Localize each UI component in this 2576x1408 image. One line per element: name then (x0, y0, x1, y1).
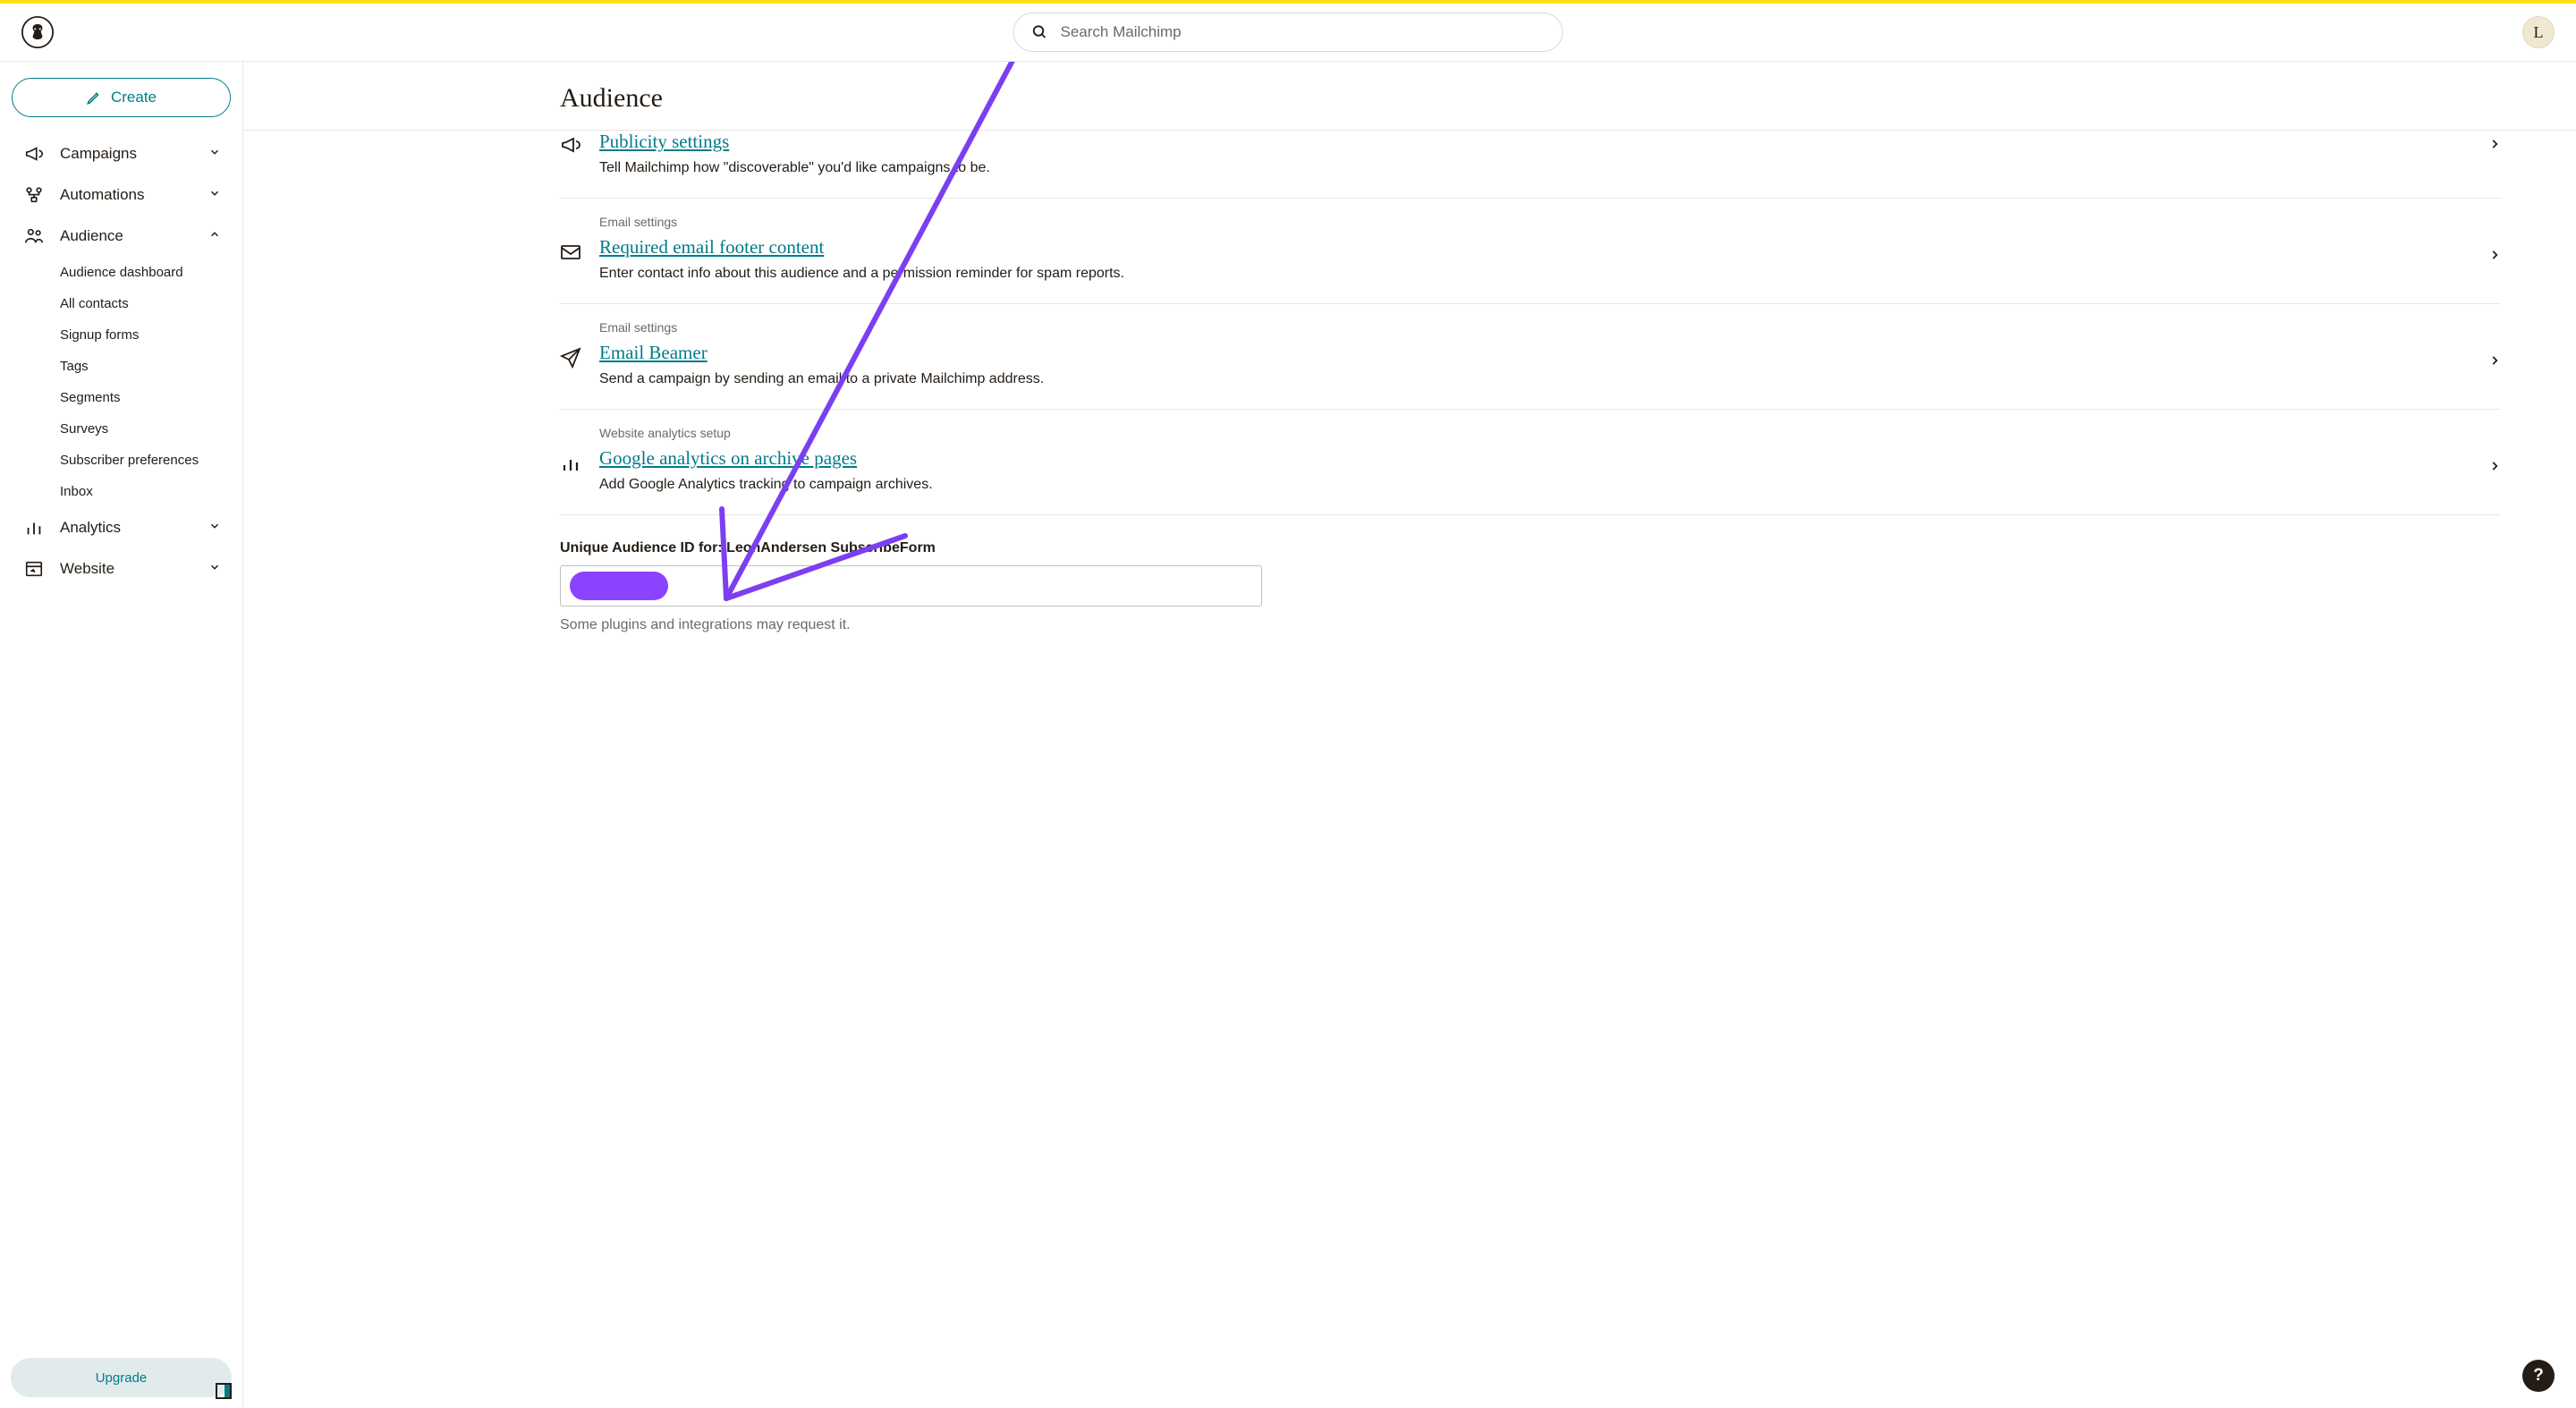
upgrade-button[interactable]: Upgrade (11, 1358, 232, 1397)
setting-desc: Tell Mailchimp how "discoverable" you'd … (599, 160, 2501, 176)
avatar[interactable]: L (2522, 16, 2555, 48)
megaphone-icon (560, 134, 581, 156)
subnav-audience-dashboard[interactable]: Audience dashboard (60, 257, 242, 288)
sidebar-item-campaigns[interactable]: Campaigns (0, 133, 242, 174)
sidebar-item-audience[interactable]: Audience (0, 216, 242, 257)
setting-desc: Send a campaign by sending an email to a… (599, 371, 2501, 387)
chevron-right-icon[interactable] (2488, 354, 2501, 371)
chevron-right-icon[interactable] (2488, 138, 2501, 155)
subnav-all-contacts[interactable]: All contacts (60, 288, 242, 319)
subnav-surveys[interactable]: Surveys (60, 413, 242, 445)
setting-category: Website analytics setup (599, 426, 2501, 440)
sidebar-item-label: Campaigns (60, 145, 137, 163)
chevron-down-icon (208, 145, 221, 163)
header: L (0, 4, 2576, 62)
sidebar-toggle-icon[interactable] (216, 1383, 232, 1399)
sidebar-item-website[interactable]: Website (0, 548, 242, 589)
setting-row-analytics: Website analytics setup Google analytics… (560, 410, 2501, 515)
flow-icon (24, 185, 44, 205)
search-icon (1032, 24, 1048, 40)
create-button[interactable]: Create (12, 78, 231, 117)
mailchimp-logo[interactable] (21, 16, 54, 48)
setting-category: Email settings (599, 215, 2501, 229)
megaphone-icon (24, 144, 44, 164)
chevron-down-icon (208, 519, 221, 537)
sidebar-item-label: Audience (60, 227, 123, 245)
page-title: Audience (243, 62, 2576, 130)
setting-row-footer: Email settings Required email footer con… (560, 199, 2501, 304)
subnav-tags[interactable]: Tags (60, 351, 242, 382)
chevron-right-icon[interactable] (2488, 249, 2501, 266)
setting-link-publicity[interactable]: Publicity settings (599, 131, 729, 153)
setting-row-publicity: Publicity settings Tell Mailchimp how "d… (560, 131, 2501, 199)
setting-link-beamer[interactable]: Email Beamer (599, 342, 708, 364)
pencil-icon (86, 89, 102, 106)
search-box[interactable] (1013, 13, 1563, 52)
setting-link-footer[interactable]: Required email footer content (599, 236, 824, 259)
audience-subnav: Audience dashboard All contacts Signup f… (0, 257, 242, 507)
create-button-label: Create (111, 89, 157, 106)
subnav-inbox[interactable]: Inbox (60, 476, 242, 507)
setting-category: Email settings (599, 320, 2501, 335)
sidebar-item-label: Website (60, 560, 114, 578)
sidebar-item-analytics[interactable]: Analytics (0, 507, 242, 548)
chevron-up-icon (208, 227, 221, 245)
paper-plane-icon (560, 347, 581, 369)
bar-chart-icon (560, 453, 581, 474)
setting-desc: Enter contact info about this audience a… (599, 266, 2501, 282)
chevron-down-icon (208, 560, 221, 578)
sidebar-item-label: Analytics (60, 519, 121, 537)
main-content: Audience Publicity settings Tell Mailchi… (243, 62, 2576, 1408)
bar-chart-icon (24, 518, 44, 538)
setting-link-analytics[interactable]: Google analytics on archive pages (599, 447, 857, 470)
people-icon (24, 226, 44, 246)
setting-desc: Add Google Analytics tracking to campaig… (599, 477, 2501, 493)
unique-id-label: Unique Audience ID for: LeonAndersen Sub… (560, 540, 2501, 556)
unique-id-input[interactable] (560, 565, 1262, 606)
envelope-icon (560, 242, 581, 263)
sidebar: Create Campaigns Automations Audience Au… (0, 62, 243, 1408)
subnav-signup-forms[interactable]: Signup forms (60, 319, 242, 351)
setting-row-beamer: Email settings Email Beamer Send a campa… (560, 304, 2501, 410)
subnav-subscriber-preferences[interactable]: Subscriber preferences (60, 445, 242, 476)
sidebar-bottom: Upgrade (0, 1347, 242, 1408)
sidebar-item-label: Automations (60, 186, 145, 204)
subnav-segments[interactable]: Segments (60, 382, 242, 413)
help-button[interactable]: ? (2522, 1360, 2555, 1392)
search-container (1013, 13, 1563, 52)
redacted-value (570, 572, 668, 600)
unique-id-section: Unique Audience ID for: LeonAndersen Sub… (560, 540, 2501, 633)
sidebar-item-automations[interactable]: Automations (0, 174, 242, 216)
browser-icon (24, 559, 44, 579)
chevron-right-icon[interactable] (2488, 460, 2501, 477)
unique-id-help: Some plugins and integrations may reques… (560, 617, 2501, 633)
chevron-down-icon (208, 186, 221, 204)
search-input[interactable] (1061, 23, 1545, 41)
